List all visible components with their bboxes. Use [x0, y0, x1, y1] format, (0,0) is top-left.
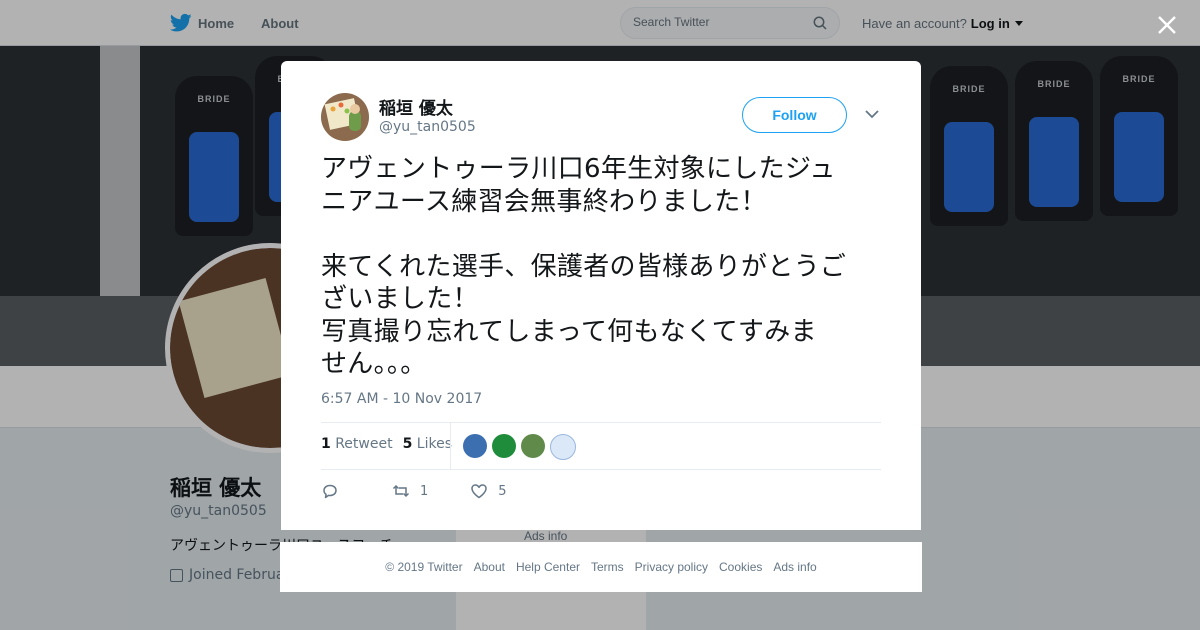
likes-stat[interactable]: 5 Likes: [403, 436, 452, 452]
like-icon: [471, 484, 488, 499]
footer-cookies-link[interactable]: Cookies: [719, 560, 762, 574]
modal-footer: © 2019 Twitter About Help Center Terms P…: [280, 542, 922, 592]
footer-about-link[interactable]: About: [474, 560, 505, 574]
tweet-author-avatar[interactable]: [321, 93, 369, 141]
tweet-text: アヴェントゥーラ川口6年生対象にしたジュ ニアユース練習会無事終わりました！ 来…: [321, 154, 847, 379]
avatar-image: [321, 93, 369, 141]
footer-ads-info-link[interactable]: Ads info: [773, 560, 816, 574]
divider: [321, 422, 881, 423]
like-button[interactable]: 5: [470, 482, 507, 500]
footer-help-link[interactable]: Help Center: [516, 560, 580, 574]
liker-avatar-2[interactable]: [492, 434, 516, 458]
retweet-button[interactable]: 1: [392, 482, 428, 500]
reply-button[interactable]: [321, 482, 339, 500]
tweet-author-name[interactable]: 稲垣 優太: [379, 94, 453, 119]
retweet-stat[interactable]: 1 Retweet: [321, 436, 393, 452]
footer-privacy-link[interactable]: Privacy policy: [635, 560, 708, 574]
retweet-count: 1: [420, 483, 429, 499]
footer-copyright: © 2019 Twitter: [385, 560, 463, 574]
like-count: 5: [498, 483, 507, 499]
tweet-actions: 1 5: [321, 482, 507, 500]
tweet-permalink-modal: 稲垣 優太 @yu_tan0505 Follow アヴェントゥーラ川口6年生対象…: [281, 61, 921, 530]
follow-button[interactable]: Follow: [742, 97, 847, 133]
chevron-down-icon[interactable]: [865, 109, 879, 119]
liker-avatar-4[interactable]: [550, 434, 576, 460]
liker-avatar-3[interactable]: [521, 434, 545, 458]
footer-terms-link[interactable]: Terms: [591, 560, 624, 574]
divider: [321, 469, 881, 470]
reply-icon: [323, 484, 337, 499]
liker-avatar-1[interactable]: [463, 434, 487, 458]
retweet-icon: [392, 484, 410, 498]
stats-separator: [450, 423, 451, 469]
close-icon[interactable]: [1155, 13, 1179, 37]
tweet-author-handle[interactable]: @yu_tan0505: [379, 119, 476, 135]
tweet-timestamp[interactable]: 6:57 AM - 10 Nov 2017: [321, 391, 482, 407]
tweet-stats: 1 Retweet 5 Likes: [321, 436, 452, 452]
